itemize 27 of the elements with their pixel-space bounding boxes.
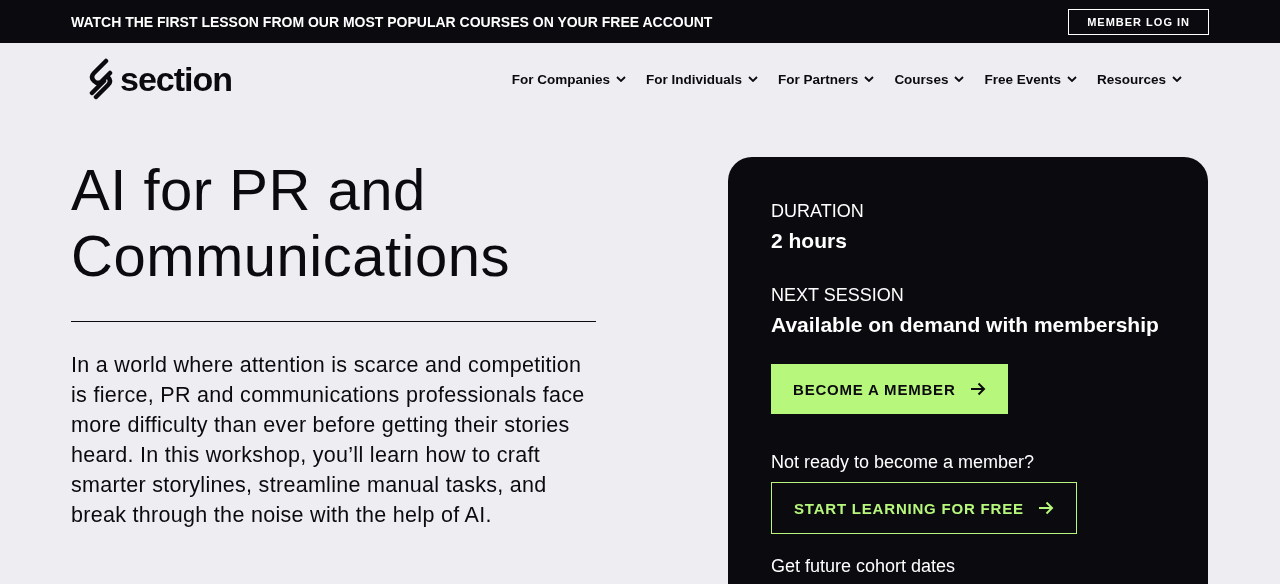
fact-label: DURATION — [771, 200, 865, 222]
fact-value: Available on demand with membership — [771, 312, 1160, 338]
arrow-right-icon — [1037, 501, 1054, 515]
chevron-down-icon — [616, 76, 627, 82]
chevron-down-icon — [1172, 76, 1182, 82]
chevron-down-icon — [864, 76, 875, 82]
start-free-button[interactable]: START LEARNING FOR FREE — [771, 482, 1077, 534]
cohort-dates-text: Get future cohort dates — [771, 556, 957, 576]
fact-value: 2 hours — [771, 228, 848, 254]
become-member-button[interactable]: BECOME A MEMBER — [771, 364, 1008, 414]
chevron-down-icon — [748, 76, 759, 82]
course-description: In a world where attention is scarce and competition is fierce, PR and communications professionals face more difficulty than ever before getting their stories heard. In this workshop, you’ll learn how to craft smarter storylines, streamline manual tasks, and break through the noise with the help of AI. — [71, 352, 586, 529]
arrow-right-icon — [969, 382, 986, 396]
nav-menu-item[interactable]: For Companies — [511, 71, 627, 87]
logo-wordmark[interactable]: section — [120, 59, 233, 99]
chevron-down-icon — [1066, 76, 1077, 82]
nav-menu-item[interactable]: Free Events — [984, 71, 1077, 87]
nav-menu-item[interactable]: For Partners — [778, 71, 875, 87]
nav-menu-item[interactable]: Courses — [894, 71, 965, 87]
chevron-down-icon — [954, 76, 965, 82]
nav-menu-item[interactable]: Resources — [1096, 71, 1182, 87]
membership-prompt: Not ready to become a member? — [771, 452, 1036, 473]
page-title: AI for PR and Communications — [71, 157, 596, 322]
fact-label: NEXT SESSION — [771, 284, 905, 306]
nav-menu-item[interactable]: For Individuals — [646, 71, 759, 87]
promo-banner-text: WATCH THE FIRST LESSON FROM OUR MOST POPULAR COURSES ON YOUR FREE ACCOUNT — [71, 13, 713, 30]
member-login-button[interactable]: MEMBER LOG IN — [1068, 8, 1209, 35]
